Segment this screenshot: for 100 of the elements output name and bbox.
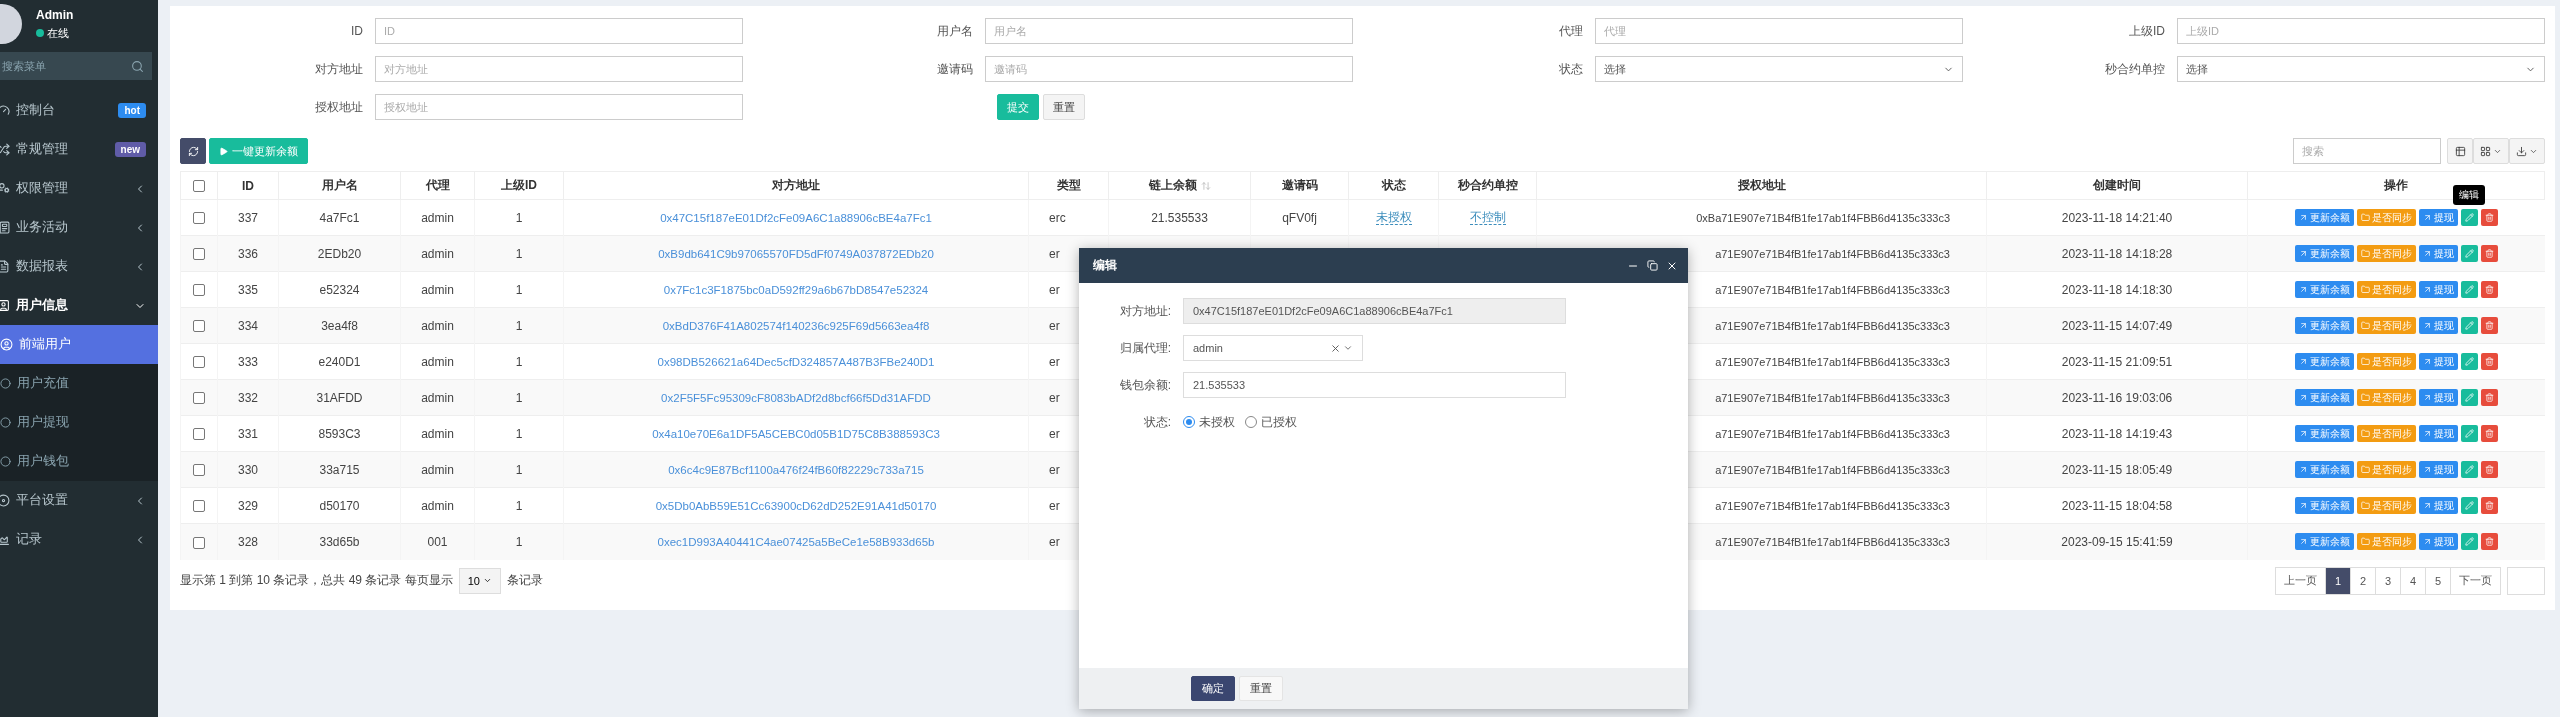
refresh-button[interactable] bbox=[180, 138, 206, 164]
input-field[interactable]: 0x47C15f187eE01Df2cFe09A6C1a88906cBE4a7Fc1 bbox=[1183, 298, 1566, 324]
action-button[interactable]: 是否同步 bbox=[2356, 425, 2416, 442]
control-link[interactable]: 不控制 bbox=[1469, 210, 1506, 225]
action-button[interactable]: 更新余额 bbox=[2294, 353, 2354, 370]
delete-button[interactable] bbox=[2480, 497, 2498, 514]
maximize-icon[interactable] bbox=[1647, 259, 1658, 271]
row-checkbox[interactable] bbox=[193, 356, 205, 369]
action-button[interactable]: 是否同步 bbox=[2356, 533, 2416, 551]
address-link[interactable]: 0x4a10e70E6a1DF5A5CEBC0d05B1D75C8B388593C3 bbox=[652, 427, 940, 440]
delete-button[interactable] bbox=[2480, 245, 2498, 262]
sidebar-item[interactable]: 常规管理 new bbox=[0, 130, 158, 169]
address-link[interactable]: 0xB9db641C9b97065570FD5dFf0749A037872EDb20 bbox=[658, 247, 934, 260]
radio-button[interactable] bbox=[1183, 416, 1195, 428]
status-link[interactable]: 未授权 bbox=[1375, 210, 1412, 225]
delete-button[interactable] bbox=[2480, 389, 2498, 406]
submit-button[interactable]: 提交 bbox=[997, 94, 1039, 120]
edit-button[interactable] bbox=[2460, 245, 2478, 262]
sidebar-item[interactable]: 控制台 hot bbox=[0, 91, 158, 130]
address-link[interactable]: 0xBdD376F41A802574f140236c925F69d5663ea4f8 bbox=[662, 319, 930, 332]
action-button[interactable]: 提现 bbox=[2418, 497, 2458, 514]
address-link[interactable]: 0x5Db0AbB59E51Cc63900cD62dD252E91A41d50170 bbox=[655, 499, 937, 512]
edit-button[interactable] bbox=[2460, 281, 2478, 298]
action-button[interactable]: 提现 bbox=[2418, 425, 2458, 442]
column-header[interactable]: 对方地址 bbox=[772, 177, 820, 194]
edit-button[interactable] bbox=[2460, 389, 2478, 406]
action-button[interactable]: 是否同步 bbox=[2356, 281, 2416, 298]
delete-button[interactable] bbox=[2480, 425, 2498, 442]
action-button[interactable]: 提现 bbox=[2418, 245, 2458, 262]
column-header[interactable]: 类型 bbox=[1056, 177, 1081, 194]
edit-button[interactable] bbox=[2460, 317, 2478, 334]
address-link[interactable]: 0x2F5F5Fc95309cF8083bADf2d8bcf66f5Dd31AFDD bbox=[661, 391, 931, 404]
select-field[interactable]: 选择 bbox=[1595, 56, 1963, 82]
input-field[interactable]: 授权地址 bbox=[375, 94, 743, 120]
action-button[interactable]: 是否同步 bbox=[2356, 353, 2416, 370]
edit-button[interactable] bbox=[2460, 497, 2478, 514]
sidebar-item[interactable]: 业务活动 bbox=[0, 208, 158, 247]
input-field[interactable]: 代理 bbox=[1595, 18, 1963, 44]
select-field[interactable]: 选择 bbox=[2177, 56, 2545, 82]
column-header[interactable]: 用户名 bbox=[321, 177, 358, 194]
search-field[interactable]: 搜索 bbox=[2293, 138, 2441, 164]
select-all-checkbox[interactable] bbox=[193, 180, 205, 193]
action-button[interactable]: 提现 bbox=[2418, 461, 2458, 478]
column-header[interactable]: ID bbox=[242, 178, 254, 193]
input-field[interactable]: ID bbox=[375, 18, 743, 44]
action-button[interactable]: 提现 bbox=[2418, 317, 2458, 334]
radio-button[interactable] bbox=[1245, 416, 1257, 428]
update-balance-button[interactable]: 一键更新余额 bbox=[209, 138, 308, 164]
radio-option[interactable]: 未授权 bbox=[1183, 413, 1235, 431]
action-button[interactable]: 更新余额 bbox=[2294, 533, 2354, 551]
action-button[interactable]: 提现 bbox=[2418, 353, 2458, 370]
action-button[interactable]: 是否同步 bbox=[2356, 209, 2416, 226]
action-button[interactable]: 更新余额 bbox=[2294, 389, 2354, 406]
page-jump-field[interactable] bbox=[2507, 566, 2545, 595]
export-button[interactable] bbox=[2509, 138, 2545, 164]
delete-button[interactable] bbox=[2480, 209, 2498, 226]
column-header[interactable]: 操作 bbox=[2384, 177, 2408, 194]
edit-button[interactable] bbox=[2460, 425, 2478, 442]
action-button[interactable]: 提现 bbox=[2418, 281, 2458, 298]
reset-button[interactable]: 重置 bbox=[1043, 94, 1085, 120]
address-link[interactable]: 0x98DB526621a64Dec5cfD324857A487B3FBe240D1 bbox=[657, 355, 935, 368]
address-link[interactable]: 0x7Fc1c3F1875bc0aD592ff29a6b67bD8547e52324 bbox=[663, 283, 929, 296]
row-checkbox[interactable] bbox=[193, 536, 205, 549]
page-button[interactable]: 2 bbox=[2350, 566, 2376, 595]
address-link[interactable]: 0x47C15f187eE01Df2cFe09A6C1a88906cBE4a7Fc1 bbox=[660, 211, 932, 224]
input-field[interactable]: 用户名 bbox=[985, 18, 1353, 44]
select-field[interactable]: admin bbox=[1183, 335, 1363, 361]
sidebar-subitem[interactable]: 前端用户 bbox=[0, 325, 158, 364]
row-checkbox[interactable] bbox=[193, 464, 205, 477]
action-button[interactable]: 是否同步 bbox=[2356, 461, 2416, 478]
column-header[interactable]: 授权地址 bbox=[1737, 177, 1786, 194]
reset-button[interactable]: 重置 bbox=[1239, 676, 1283, 701]
input-field[interactable]: 对方地址 bbox=[375, 56, 743, 82]
input-field[interactable]: 邀请码 bbox=[985, 56, 1353, 82]
column-header[interactable]: 代理 bbox=[425, 177, 450, 194]
page-button[interactable]: 3 bbox=[2375, 566, 2401, 595]
clear-icon[interactable] bbox=[1330, 342, 1341, 354]
edit-button[interactable] bbox=[2460, 461, 2478, 478]
input-field[interactable]: 上级ID bbox=[2177, 18, 2545, 44]
action-button[interactable]: 更新余额 bbox=[2294, 461, 2354, 478]
action-button[interactable]: 更新余额 bbox=[2294, 425, 2354, 442]
row-checkbox[interactable] bbox=[193, 248, 205, 261]
action-button[interactable]: 是否同步 bbox=[2356, 317, 2416, 334]
action-button[interactable]: 是否同步 bbox=[2356, 497, 2416, 514]
action-button[interactable]: 更新余额 bbox=[2294, 281, 2354, 298]
sidebar-item[interactable]: 平台设置 bbox=[0, 481, 158, 520]
action-button[interactable]: 是否同步 bbox=[2356, 389, 2416, 406]
row-checkbox[interactable] bbox=[193, 428, 205, 441]
confirm-button[interactable]: 确定 bbox=[1191, 676, 1235, 701]
input-field[interactable]: 21.535533 bbox=[1183, 372, 1566, 398]
sidebar-item[interactable]: 记录 bbox=[0, 520, 158, 559]
action-button[interactable]: 更新余额 bbox=[2294, 317, 2354, 334]
delete-button[interactable] bbox=[2480, 353, 2498, 370]
row-checkbox[interactable] bbox=[193, 212, 205, 225]
page-size-dropdown[interactable]: 10 bbox=[458, 567, 501, 594]
sidebar-item[interactable]: 数据报表 bbox=[0, 247, 158, 286]
menu-search-field[interactable]: 搜索菜单 bbox=[0, 52, 152, 80]
action-button[interactable]: 是否同步 bbox=[2356, 245, 2416, 262]
next-page-button[interactable]: 下一页 bbox=[2450, 566, 2501, 595]
action-button[interactable]: 更新余额 bbox=[2294, 209, 2354, 226]
